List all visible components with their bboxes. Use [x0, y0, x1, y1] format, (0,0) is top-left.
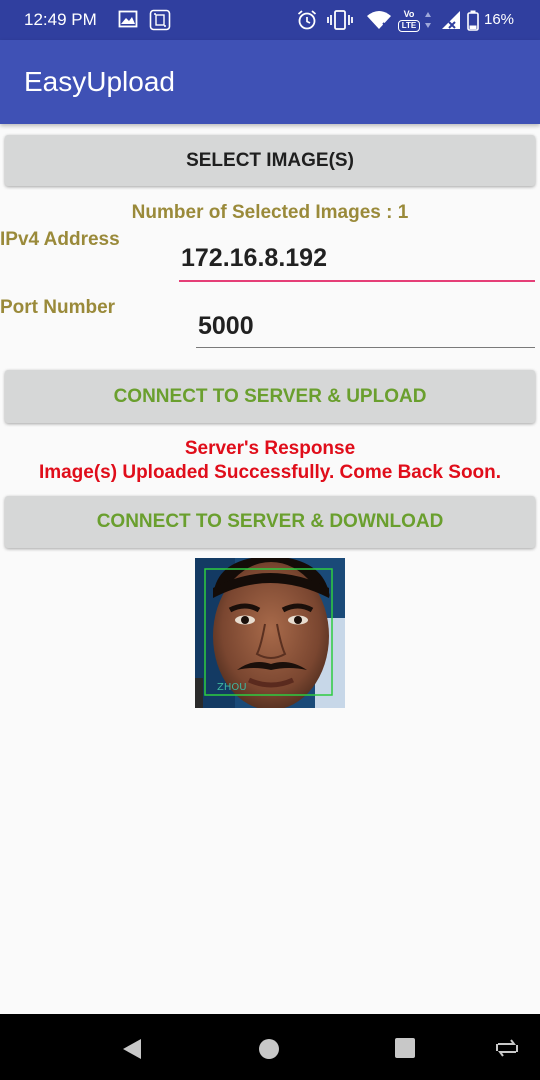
volte-badge-bottom: LTE: [398, 20, 420, 32]
rotate-screen-icon[interactable]: [495, 1038, 519, 1058]
data-arrows-icon: [425, 12, 431, 28]
alarm-icon: [297, 10, 317, 30]
volte-badge: Vo LTE: [398, 9, 420, 32]
back-icon[interactable]: [121, 1037, 143, 1061]
ipv4-address-input[interactable]: 172.16.8.192: [179, 244, 535, 282]
selected-images-count: Number of Selected Images : 1: [131, 202, 409, 223]
server-response-title: Server's Response: [184, 438, 356, 459]
downloaded-image-preview: ZHOU: [195, 558, 345, 708]
server-response-message: Image(s) Uploaded Successfully. Come Bac…: [38, 462, 502, 483]
cell-signal-icon: [442, 11, 460, 29]
navigation-bar: [0, 1014, 540, 1080]
wifi-icon: [367, 11, 391, 29]
screenshot-notification-icon: [149, 9, 171, 31]
connect-download-button[interactable]: CONNECT TO SERVER & DOWNLOAD: [5, 496, 535, 548]
app-title: EasyUpload: [24, 66, 175, 97]
battery-percentage: 16%: [484, 11, 515, 28]
gallery-notification-icon: [118, 10, 138, 28]
app-bar: EasyUpload: [0, 40, 540, 124]
port-number-input[interactable]: 5000: [196, 312, 535, 348]
status-bar: 12:49 PM Vo LTE 16%: [0, 0, 540, 40]
battery-icon: [467, 10, 479, 31]
select-images-button[interactable]: SELECT IMAGE(S): [5, 135, 535, 186]
port-number-label: Port Number: [0, 297, 116, 318]
status-time: 12:49 PM: [24, 10, 97, 29]
detection-label: ZHOU: [217, 682, 247, 693]
home-icon[interactable]: [258, 1038, 280, 1060]
connect-upload-button[interactable]: CONNECT TO SERVER & UPLOAD: [5, 370, 535, 423]
recents-icon[interactable]: [394, 1037, 416, 1059]
ipv4-address-label: IPv4 Address: [0, 229, 120, 250]
vibrate-icon: [327, 10, 353, 30]
volte-badge-top: Vo: [403, 9, 415, 19]
face-photo: ZHOU: [195, 558, 345, 708]
